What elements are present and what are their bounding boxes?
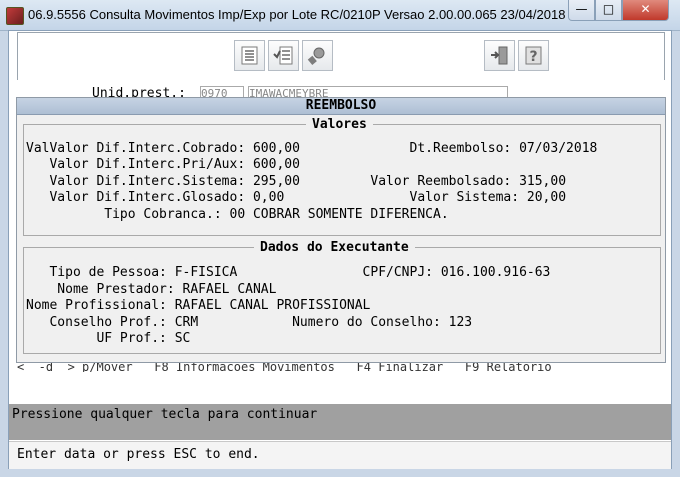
window-title: 06.9.5556 Consulta Movimentos Imp/Exp po…	[28, 7, 596, 22]
status-bar: Enter data or press ESC to end.	[9, 441, 671, 469]
executante-line: UF Prof.: SC	[26, 331, 191, 346]
search-tool-icon[interactable]	[302, 40, 333, 71]
executante-line: Nome Profissional: RAFAEL CANAL PROFISSI…	[26, 298, 371, 313]
prompt-bar: Pressione qualquer tecla para continuar	[9, 404, 671, 440]
valores-line: Tipo Cobranca.: 00 COBRAR SOMENTE DIFERE…	[26, 207, 449, 222]
valores-line: Valor Dif.Interc.Glosado: 0,00 Valor Sis…	[26, 190, 567, 205]
exit-door-icon[interactable]	[484, 40, 515, 71]
help-icon[interactable]: ?	[518, 40, 549, 71]
maximize-button[interactable]: □	[595, 0, 622, 21]
app-icon	[6, 7, 24, 25]
valores-line: Valor Dif.Interc.Sistema: 295,00 Valor R…	[26, 174, 567, 189]
executante-line: Conselho Prof.: CRM Numero do Conselho: …	[26, 315, 473, 330]
toolbar	[17, 32, 665, 80]
status-text: Enter data or press ESC to end.	[17, 447, 260, 462]
svg-text:?: ?	[529, 49, 537, 65]
executante-line: Nome Prestador: RAFAEL CANAL	[26, 282, 277, 297]
minimize-button[interactable]: —	[568, 0, 595, 21]
valores-legend: Valores	[306, 117, 373, 132]
close-button[interactable]: ✕	[622, 0, 669, 21]
list-icon[interactable]	[234, 40, 265, 71]
dialog-title: REEMBOLSO	[17, 98, 665, 115]
valores-line: ValValor Dif.Interc.Cobrado: 600,00 Dt.R…	[26, 141, 598, 156]
executante-line: Tipo de Pessoa: F-FISICA CPF/CNPJ: 016.1…	[26, 265, 551, 280]
prompt-text: Pressione qualquer tecla para continuar	[12, 407, 318, 422]
checklist-icon[interactable]	[268, 40, 299, 71]
executante-legend: Dados do Executante	[254, 240, 415, 255]
valores-line: Valor Dif.Interc.Pri/Aux: 600,00	[26, 157, 300, 172]
